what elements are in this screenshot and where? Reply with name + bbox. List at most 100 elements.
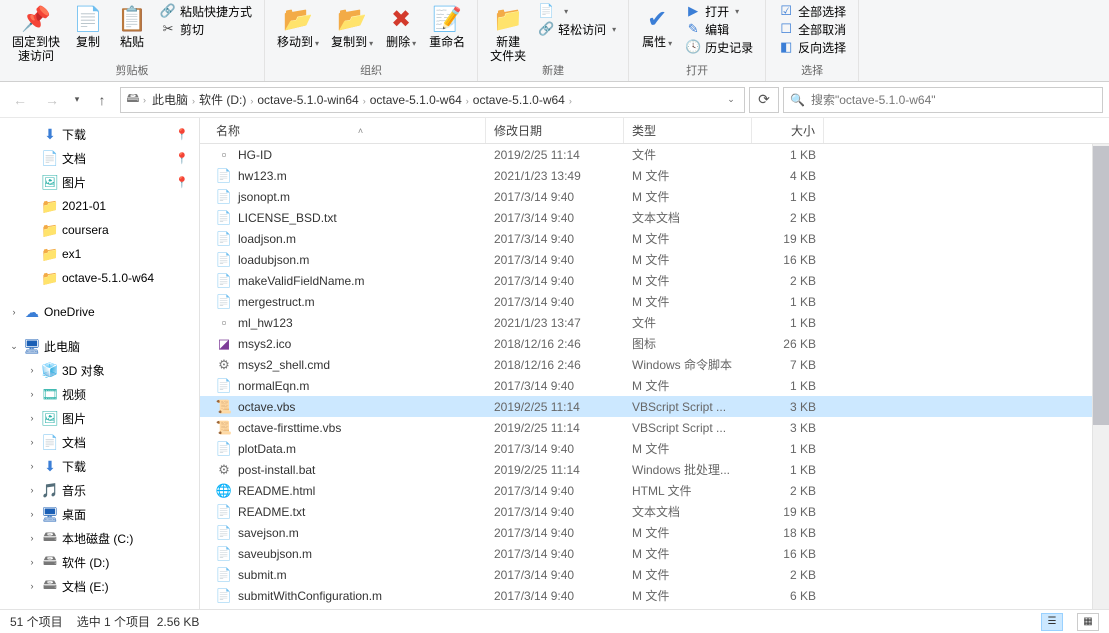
- expand-icon[interactable]: ›: [26, 461, 38, 471]
- edit[interactable]: ✎编辑: [679, 20, 735, 38]
- tree-node[interactable]: 📁octave-5.1.0-w64: [0, 266, 199, 290]
- tree-node[interactable]: ⌄🖥此电脑: [0, 334, 199, 358]
- tree-node[interactable]: 📁2021-01: [0, 194, 199, 218]
- file-row[interactable]: 📄hw123.m2021/1/23 13:49M 文件4 KB: [200, 165, 1109, 186]
- forward-button[interactable]: →: [38, 86, 66, 114]
- tree-node[interactable]: 📁ex1: [0, 242, 199, 266]
- expand-icon[interactable]: ›: [26, 365, 38, 375]
- tree-node[interactable]: ›🖥桌面: [0, 502, 199, 526]
- search-input[interactable]: [811, 93, 1096, 107]
- copy-to[interactable]: 📂复制到▾: [325, 2, 379, 50]
- file-row[interactable]: 📄normalEqn.m2017/3/14 9:40M 文件1 KB: [200, 375, 1109, 396]
- icons-view-button[interactable]: ▦: [1077, 613, 1099, 631]
- file-row[interactable]: ⚙msys2_shell.cmd2018/12/16 2:46Windows 命…: [200, 354, 1109, 375]
- tree-node[interactable]: ⬇下载📍: [0, 122, 199, 146]
- back-button[interactable]: ←: [6, 86, 34, 114]
- file-row[interactable]: 📄makeValidFieldName.m2017/3/14 9:40M 文件2…: [200, 270, 1109, 291]
- file-size: 1 KB: [752, 378, 824, 394]
- file-row[interactable]: 📄savejson.m2017/3/14 9:40M 文件18 KB: [200, 522, 1109, 543]
- recent-locations-dropdown[interactable]: ▾: [70, 86, 84, 114]
- search-box[interactable]: 🔍: [783, 87, 1103, 113]
- tree-node[interactable]: 📄文档📍: [0, 146, 199, 170]
- file-row[interactable]: ◪msys2.ico2018/12/16 2:46图标26 KB: [200, 333, 1109, 354]
- up-button[interactable]: ↑: [88, 86, 116, 114]
- breadcrumb-item[interactable]: octave-5.1.0-w64: [469, 91, 569, 109]
- tree-node[interactable]: ›🎵音乐: [0, 478, 199, 502]
- breadcrumb-item[interactable]: octave-5.1.0-win64: [253, 91, 362, 109]
- breadcrumb-item[interactable]: octave-5.1.0-w64: [366, 91, 466, 109]
- file-row[interactable]: 📄submitWithConfiguration.m2017/3/14 9:40…: [200, 585, 1109, 606]
- file-row[interactable]: 📄README.txt2017/3/14 9:40文本文档19 KB: [200, 501, 1109, 522]
- paste[interactable]: 📋粘贴: [110, 2, 154, 50]
- properties[interactable]: ✔属性▾: [635, 2, 679, 50]
- column-date[interactable]: 修改日期: [486, 118, 624, 143]
- file-row[interactable]: 📜octave-firsttime.vbs2019/2/25 11:14VBSc…: [200, 417, 1109, 438]
- column-name[interactable]: 名称 ˄: [200, 118, 486, 143]
- rename[interactable]: 📝重命名: [423, 2, 471, 50]
- expand-icon[interactable]: ›: [26, 485, 38, 495]
- select-none[interactable]: ☐全部取消: [772, 20, 852, 38]
- file-list[interactable]: ▫HG-ID2019/2/25 11:14文件1 KB📄hw123.m2021/…: [200, 144, 1109, 609]
- file-row[interactable]: 🌐README.html2017/3/14 9:40HTML 文件2 KB: [200, 480, 1109, 501]
- refresh-button[interactable]: ⟳: [749, 87, 779, 113]
- cut[interactable]: ✂剪切: [154, 20, 210, 38]
- tree-node[interactable]: ›🖴软件 (D:): [0, 550, 199, 574]
- file-row[interactable]: 📜octave.vbs2019/2/25 11:14VBScript Scrip…: [200, 396, 1109, 417]
- column-type[interactable]: 类型: [624, 118, 752, 143]
- tree-icon: 🖼: [42, 174, 58, 190]
- easy-access[interactable]: 🔗轻松访问▾: [532, 20, 622, 38]
- new-folder[interactable]: 📁新建 文件夹: [484, 2, 532, 65]
- tree-node[interactable]: ›📄文档: [0, 430, 199, 454]
- vertical-scrollbar[interactable]: [1092, 144, 1109, 609]
- expand-icon[interactable]: ›: [26, 581, 38, 591]
- column-size[interactable]: 大小: [752, 118, 824, 143]
- tree-node[interactable]: ›🖴本地磁盘 (C:): [0, 526, 199, 550]
- new-item[interactable]: 📄▾: [532, 2, 574, 20]
- file-size: 2 KB: [752, 210, 824, 226]
- file-row[interactable]: 📄loadjson.m2017/3/14 9:40M 文件19 KB: [200, 228, 1109, 249]
- tree-node[interactable]: ›☁OneDrive: [0, 300, 199, 324]
- delete[interactable]: ✖删除▾: [379, 2, 423, 50]
- file-row[interactable]: 📄submit.m2017/3/14 9:40M 文件2 KB: [200, 564, 1109, 585]
- chevron-right-icon[interactable]: ›: [569, 96, 572, 106]
- expand-icon[interactable]: ›: [26, 557, 38, 567]
- details-view-button[interactable]: ☰: [1041, 613, 1063, 631]
- invert-selection[interactable]: ◧反向选择: [772, 38, 852, 56]
- file-row[interactable]: ▫ml_hw1232021/1/23 13:47文件1 KB: [200, 312, 1109, 333]
- tree-node[interactable]: 📁coursera: [0, 218, 199, 242]
- file-row[interactable]: ⚙post-install.bat2019/2/25 11:14Windows …: [200, 459, 1109, 480]
- breadcrumb-item[interactable]: 软件 (D:): [195, 91, 250, 109]
- tree-node[interactable]: 🖼图片📍: [0, 170, 199, 194]
- tree-node[interactable]: ›⬇下载: [0, 454, 199, 478]
- open[interactable]: ▶打开▾: [679, 2, 745, 20]
- copy[interactable]: 📄复制: [66, 2, 110, 50]
- expand-icon[interactable]: ⌄: [8, 341, 20, 352]
- file-row[interactable]: 📄LICENSE_BSD.txt2017/3/14 9:40文本文档2 KB: [200, 207, 1109, 228]
- breadcrumb-dropdown[interactable]: ⌄: [722, 94, 740, 105]
- breadcrumb[interactable]: 🖴 › 此电脑›软件 (D:)›octave-5.1.0-win64›octav…: [120, 87, 745, 113]
- breadcrumb-item[interactable]: 此电脑: [148, 91, 192, 109]
- tree-node[interactable]: ›🎞视频: [0, 382, 199, 406]
- move-to[interactable]: 📂移动到▾: [271, 2, 325, 50]
- file-row[interactable]: ▫HG-ID2019/2/25 11:14文件1 KB: [200, 144, 1109, 165]
- file-row[interactable]: 📄plotData.m2017/3/14 9:40M 文件1 KB: [200, 438, 1109, 459]
- expand-icon[interactable]: ›: [26, 389, 38, 399]
- paste-shortcut[interactable]: 🔗粘贴快捷方式: [154, 2, 258, 20]
- tree-node[interactable]: ›🧊3D 对象: [0, 358, 199, 382]
- file-row[interactable]: 📄loadubjson.m2017/3/14 9:40M 文件16 KB: [200, 249, 1109, 270]
- expand-icon[interactable]: ›: [8, 307, 20, 317]
- history[interactable]: 🕓历史记录: [679, 38, 759, 56]
- tree-node[interactable]: ›🖴文档 (E:): [0, 574, 199, 598]
- select-all[interactable]: ☑全部选择: [772, 2, 852, 20]
- tree-node[interactable]: ›🖼图片: [0, 406, 199, 430]
- expand-icon[interactable]: ›: [26, 437, 38, 447]
- file-row[interactable]: 📄saveubjson.m2017/3/14 9:40M 文件16 KB: [200, 543, 1109, 564]
- file-row[interactable]: 📄mergestruct.m2017/3/14 9:40M 文件1 KB: [200, 291, 1109, 312]
- file-row[interactable]: 📄jsonopt.m2017/3/14 9:40M 文件1 KB: [200, 186, 1109, 207]
- expand-icon[interactable]: ›: [26, 533, 38, 543]
- expand-icon[interactable]: ›: [26, 509, 38, 519]
- expand-icon[interactable]: ›: [26, 413, 38, 423]
- pin-quick-access[interactable]: 📌固定到快 速访问: [6, 2, 66, 65]
- scroll-thumb[interactable]: [1093, 146, 1109, 425]
- chevron-right-icon[interactable]: ›: [143, 95, 146, 105]
